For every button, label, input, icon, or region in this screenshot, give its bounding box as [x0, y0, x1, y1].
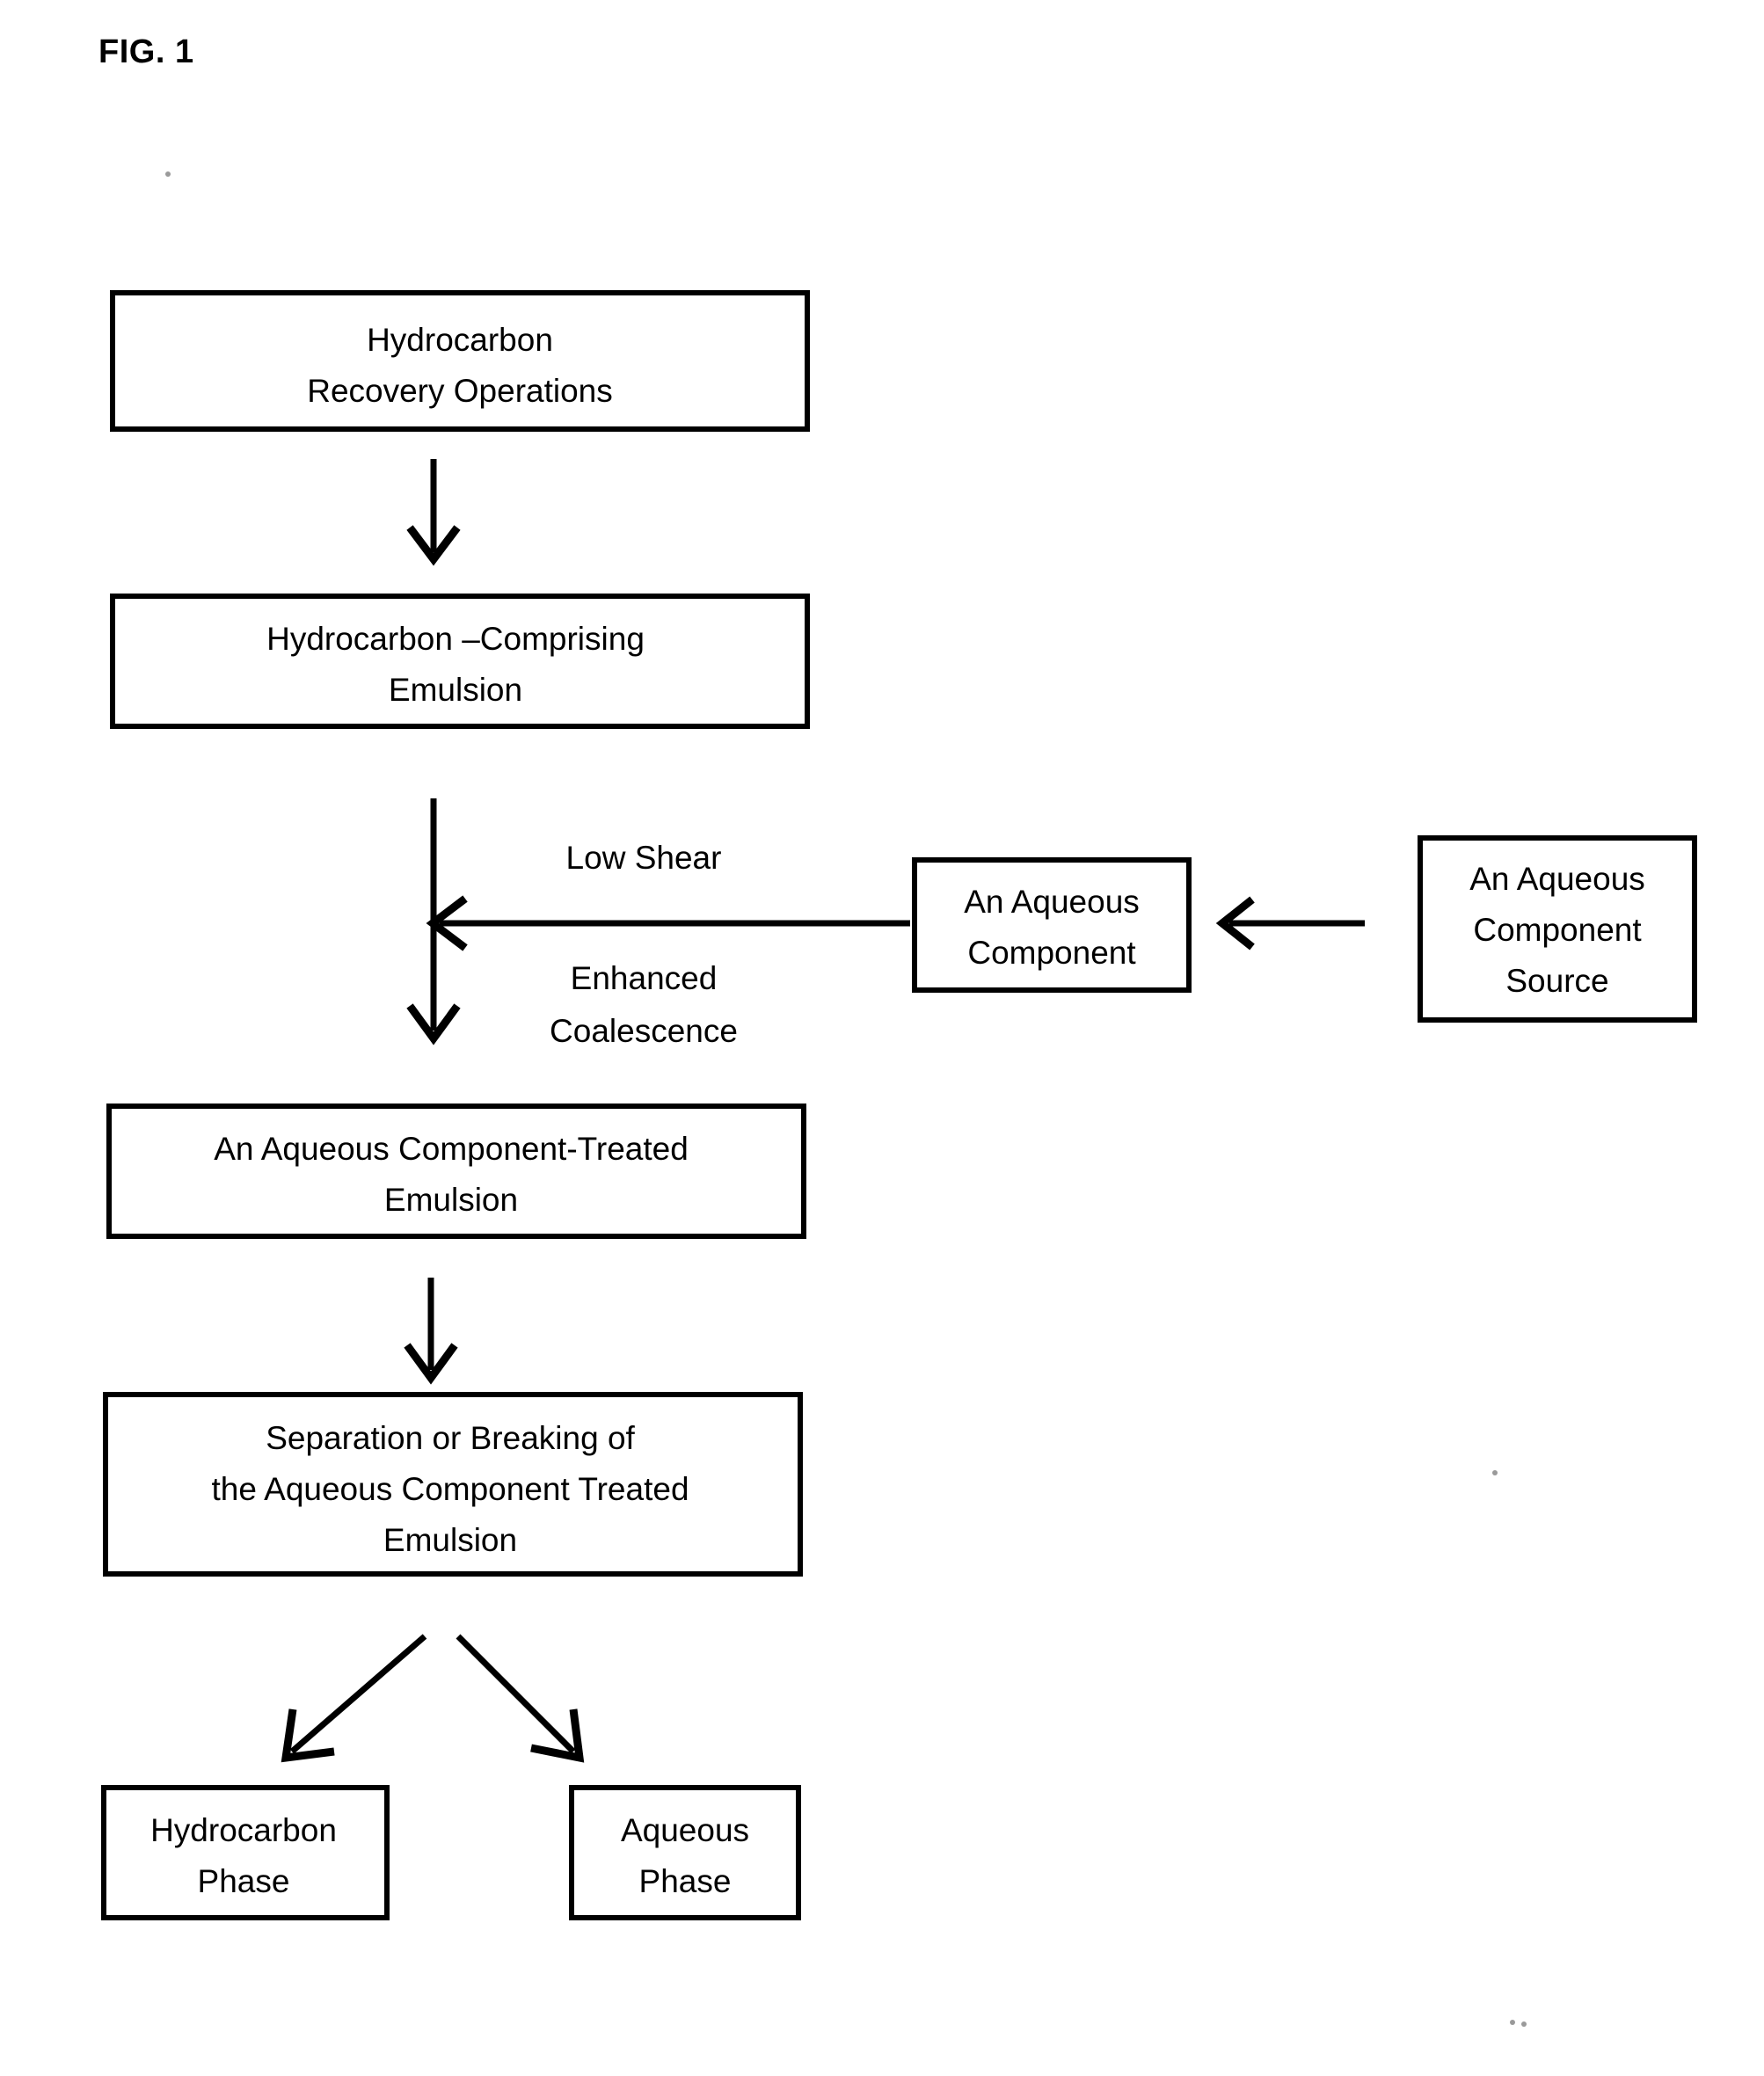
node-aqueous-component-source-line3: Source: [1505, 963, 1608, 999]
node-hydrocarbon-emulsion-line1: Hydrocarbon –Comprising: [266, 621, 645, 657]
node-hydrocarbon-phase-line1: Hydrocarbon: [150, 1812, 337, 1848]
node-aqueous-phase-line1: Aqueous: [621, 1812, 749, 1848]
scan-speck-top: [165, 171, 171, 177]
node-aqueous-component-source-line1: An Aqueous: [1469, 861, 1645, 897]
scan-speck-middle: [1492, 1470, 1498, 1475]
node-hydrocarbon-recovery-line2: Recovery Operations: [307, 373, 613, 409]
scan-speck-bottom-2: [1521, 2021, 1527, 2027]
arrow-separation-to-aqueous-phase-shaft: [456, 1634, 576, 1754]
node-separation-breaking-line1: Separation or Breaking of: [266, 1420, 635, 1456]
node-treated-emulsion-line1: An Aqueous Component-Treated: [214, 1131, 689, 1167]
arrow-recovery-to-emulsion: [406, 459, 461, 566]
node-treated-emulsion: An Aqueous Component-Treated Emulsion: [106, 1104, 806, 1239]
node-hydrocarbon-phase: Hydrocarbon Phase: [101, 1785, 390, 1920]
scan-speck-bottom: [1510, 2020, 1515, 2025]
node-aqueous-component-box: [912, 857, 1192, 993]
node-aqueous-component-line1: An Aqueous: [964, 884, 1140, 920]
arrow-treated-to-separation: [404, 1278, 458, 1385]
arrow-separation-to-hydrocarbon-phase-shaft: [289, 1634, 427, 1754]
node-hydrocarbon-recovery: Hydrocarbon Recovery Operations: [110, 290, 810, 432]
edge-label-coalescence: Coalescence: [550, 1013, 738, 1049]
node-aqueous-component: An Aqueous Component: [912, 857, 1192, 993]
flowchart-canvas: Hydrocarbon Recovery Operations Hydrocar…: [101, 171, 1697, 2027]
figure-root: FIG. 1 Hydrocarbon Recovery Operations H…: [0, 0, 1764, 2076]
node-separation-breaking-line2: the Aqueous Component Treated: [211, 1471, 689, 1507]
node-hydrocarbon-emulsion-line2: Emulsion: [389, 672, 522, 708]
node-aqueous-component-source: An Aqueous Component Source: [1418, 835, 1697, 1023]
arrow-source-to-component: [1215, 896, 1365, 951]
edge-label-enhanced: Enhanced: [571, 960, 718, 996]
node-aqueous-phase: Aqueous Phase: [569, 1785, 801, 1920]
arrow-separation-to-hydrocarbon-phase: [281, 1634, 427, 1763]
arrow-aqueous-to-stream: [426, 895, 910, 951]
arrow-separation-to-aqueous-phase: [456, 1634, 585, 1763]
node-treated-emulsion-line2: Emulsion: [384, 1182, 518, 1218]
node-separation-breaking: Separation or Breaking of the Aqueous Co…: [103, 1392, 803, 1577]
node-aqueous-phase-line2: Phase: [639, 1863, 732, 1899]
node-aqueous-component-line2: Component: [967, 935, 1136, 971]
edge-label-low-shear: Low Shear: [566, 840, 722, 876]
node-hydrocarbon-emulsion: Hydrocarbon –Comprising Emulsion: [110, 594, 810, 729]
node-hydrocarbon-phase-line2: Phase: [198, 1863, 290, 1899]
node-separation-breaking-line3: Emulsion: [383, 1522, 517, 1558]
node-aqueous-component-source-line2: Component: [1473, 912, 1642, 948]
node-hydrocarbon-recovery-line1: Hydrocarbon: [367, 322, 553, 358]
